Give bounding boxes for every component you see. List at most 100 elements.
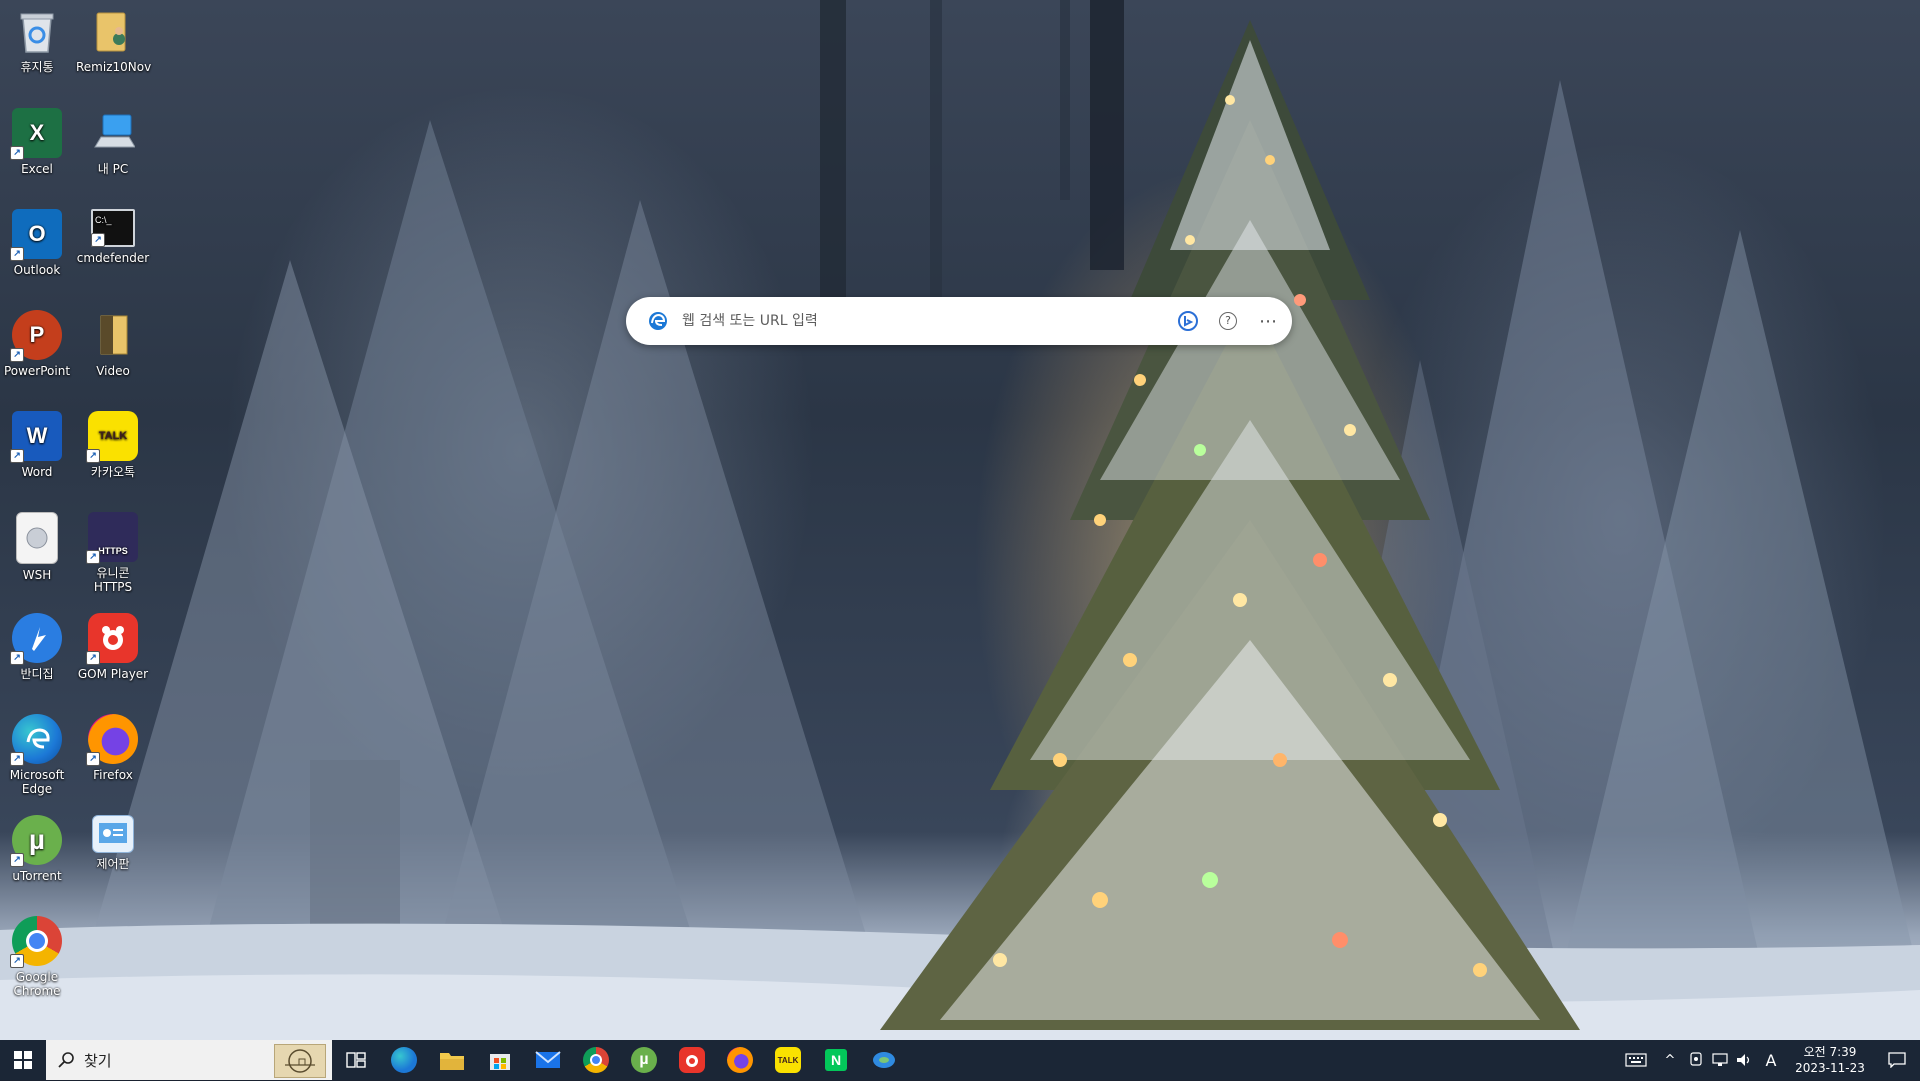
excel-icon: X ↗: [10, 108, 62, 160]
recycle-bin-icon: [12, 6, 62, 56]
taskbar-edge-legacy[interactable]: [860, 1040, 908, 1080]
action-center-button[interactable]: [1874, 1040, 1920, 1080]
desktop-icon-wsh[interactable]: WSH: [0, 506, 74, 582]
desktop-icon-label: Firefox: [93, 768, 133, 782]
taskbar-edge[interactable]: [380, 1040, 428, 1080]
desktop-icon-label: 휴지통: [20, 60, 54, 74]
desktop-icon-video[interactable]: Video: [76, 304, 150, 378]
show-hidden-icons-button[interactable]: ^: [1656, 1040, 1684, 1080]
utorrent-icon: µ: [631, 1047, 657, 1073]
desktop-icon-label: Excel: [21, 162, 53, 176]
notification-icon: [1888, 1052, 1906, 1068]
taskbar-microsoft-store[interactable]: [476, 1040, 524, 1080]
firefox-icon: [727, 1047, 753, 1073]
bandizip-icon: ↗: [10, 613, 62, 665]
naver-icon: N: [825, 1049, 847, 1071]
taskbar-search-box[interactable]: 찾기: [46, 1040, 332, 1080]
taskbar-naver[interactable]: N: [812, 1040, 860, 1080]
desktop-wallpaper: [0, 0, 1920, 1040]
taskbar-task-view[interactable]: [332, 1040, 380, 1080]
desktop-icon-outlook[interactable]: O ↗ Outlook: [0, 203, 74, 277]
bing-chat-button[interactable]: [1176, 309, 1200, 333]
edge-icon: [649, 312, 667, 330]
input-method-indicator[interactable]: A: [1756, 1040, 1786, 1080]
desktop-icon-edge[interactable]: ↗ Microsoft Edge: [0, 708, 74, 796]
chevron-up-icon: ^: [1664, 1052, 1676, 1068]
edge-icon: [391, 1047, 417, 1073]
help-button[interactable]: ?: [1216, 309, 1240, 333]
desktop-icon-control-panel[interactable]: 제어판: [76, 809, 150, 871]
utorrent-icon: µ ↗: [10, 815, 62, 867]
desktop-icon-label: WSH: [22, 568, 52, 582]
cmd-icon: C:\_ ↗: [91, 209, 135, 247]
this-pc-icon: [88, 108, 138, 158]
taskbar: 찾기 µ TALK N ^ A 오전 7:39 2023-11-23: [0, 1040, 1920, 1080]
windows-logo-icon: [14, 1051, 32, 1069]
desktop-icon-chrome[interactable]: ↗ Google Chrome: [0, 910, 74, 998]
tray-meet-now[interactable]: [1684, 1040, 1708, 1080]
taskbar-mail[interactable]: [524, 1040, 572, 1080]
taskbar-firefox[interactable]: [716, 1040, 764, 1080]
desktop-icon-this-pc[interactable]: 내 PC: [76, 102, 150, 176]
desktop-icon-label: Word: [21, 465, 53, 479]
taskbar-file-explorer[interactable]: [428, 1040, 476, 1080]
desktop-icon-kakaotalk[interactable]: TALK ↗ 카카오톡: [76, 405, 150, 479]
user-folder-icon: [88, 6, 138, 56]
taskbar-kakaotalk[interactable]: TALK: [764, 1040, 812, 1080]
desktop-icon-recycle-bin[interactable]: 휴지통: [0, 0, 74, 74]
tray-network[interactable]: [1708, 1040, 1732, 1080]
desktop-icon-unicorn-https[interactable]: HTTPS ↗ 유니콘 HTTPS: [76, 506, 150, 594]
gom-player-icon: ↗: [86, 613, 138, 665]
desktop-icon-label: PowerPoint: [3, 364, 71, 378]
clock-date: 2023-11-23: [1795, 1061, 1865, 1075]
chrome-icon: ↗: [10, 916, 62, 968]
kakaotalk-icon: TALK: [775, 1047, 801, 1073]
desktop-icon-cmdefender[interactable]: C:\_ ↗ cmdefender: [76, 203, 150, 265]
edge-search-bar[interactable]: ? ⋯: [626, 297, 1292, 345]
touch-keyboard-button[interactable]: [1616, 1040, 1656, 1080]
desktop-icon-label: Microsoft Edge: [9, 768, 65, 796]
bing-chat-icon: [1178, 311, 1198, 331]
mail-icon: [535, 1051, 561, 1068]
control-panel-icon: [92, 815, 134, 853]
desktop-icon-utorrent[interactable]: µ ↗ uTorrent: [0, 809, 74, 883]
system-tray: ^ A 오전 7:39 2023-11-23: [1616, 1040, 1920, 1080]
clock[interactable]: 오전 7:39 2023-11-23: [1792, 1044, 1868, 1076]
taskbar-search-placeholder: 찾기: [84, 1051, 112, 1070]
taskbar-chrome[interactable]: [572, 1040, 620, 1080]
desktop-icon-excel[interactable]: X ↗ Excel: [0, 102, 74, 176]
task-view-icon: [346, 1052, 366, 1068]
taskbar-gom-player[interactable]: [668, 1040, 716, 1080]
desktop-icon-label: Outlook: [13, 263, 61, 277]
start-button[interactable]: [0, 1040, 46, 1080]
desktop-icon-label: 내 PC: [97, 162, 129, 176]
taskbar-utorrent[interactable]: µ: [620, 1040, 668, 1080]
desktop-icon-label: 제어판: [96, 857, 130, 871]
ime-label: A: [1765, 1050, 1777, 1070]
search-icon: [58, 1052, 74, 1068]
keyboard-icon: [1625, 1053, 1647, 1067]
outlook-icon: O ↗: [10, 209, 62, 261]
tray-volume[interactable]: [1732, 1040, 1756, 1080]
firefox-icon: ↗: [86, 714, 138, 766]
desktop-icon-bandizip[interactable]: ↗ 반디집: [0, 607, 74, 681]
desktop-icon-label: Video: [96, 364, 130, 378]
desktop-icon-label: GOM Player: [77, 667, 149, 681]
desktop-icon-label: uTorrent: [12, 869, 62, 883]
wallpaper-scene: [0, 0, 1920, 1040]
store-icon: [490, 1054, 510, 1070]
desktop-icon-firefox[interactable]: ↗ Firefox: [76, 708, 150, 782]
word-icon: W ↗: [10, 411, 62, 463]
more-options-button[interactable]: ⋯: [1256, 309, 1280, 333]
desktop-icon-gom-player[interactable]: ↗ GOM Player: [76, 607, 150, 681]
unicorn-https-icon: HTTPS ↗: [86, 512, 138, 564]
desktop-icon-label: 유니콘 HTTPS: [93, 566, 133, 594]
search-input[interactable]: [680, 312, 1164, 330]
desktop-icon-label: cmdefender: [76, 251, 150, 265]
edge-icon: ↗: [10, 714, 62, 766]
desktop-icon-powerpoint[interactable]: P ↗ PowerPoint: [0, 304, 74, 378]
help-icon: ?: [1219, 312, 1237, 330]
search-highlight-image[interactable]: [274, 1044, 326, 1078]
desktop-icon-remiz10nov[interactable]: Remiz10Nov: [76, 0, 151, 74]
desktop-icon-word[interactable]: W ↗ Word: [0, 405, 74, 479]
